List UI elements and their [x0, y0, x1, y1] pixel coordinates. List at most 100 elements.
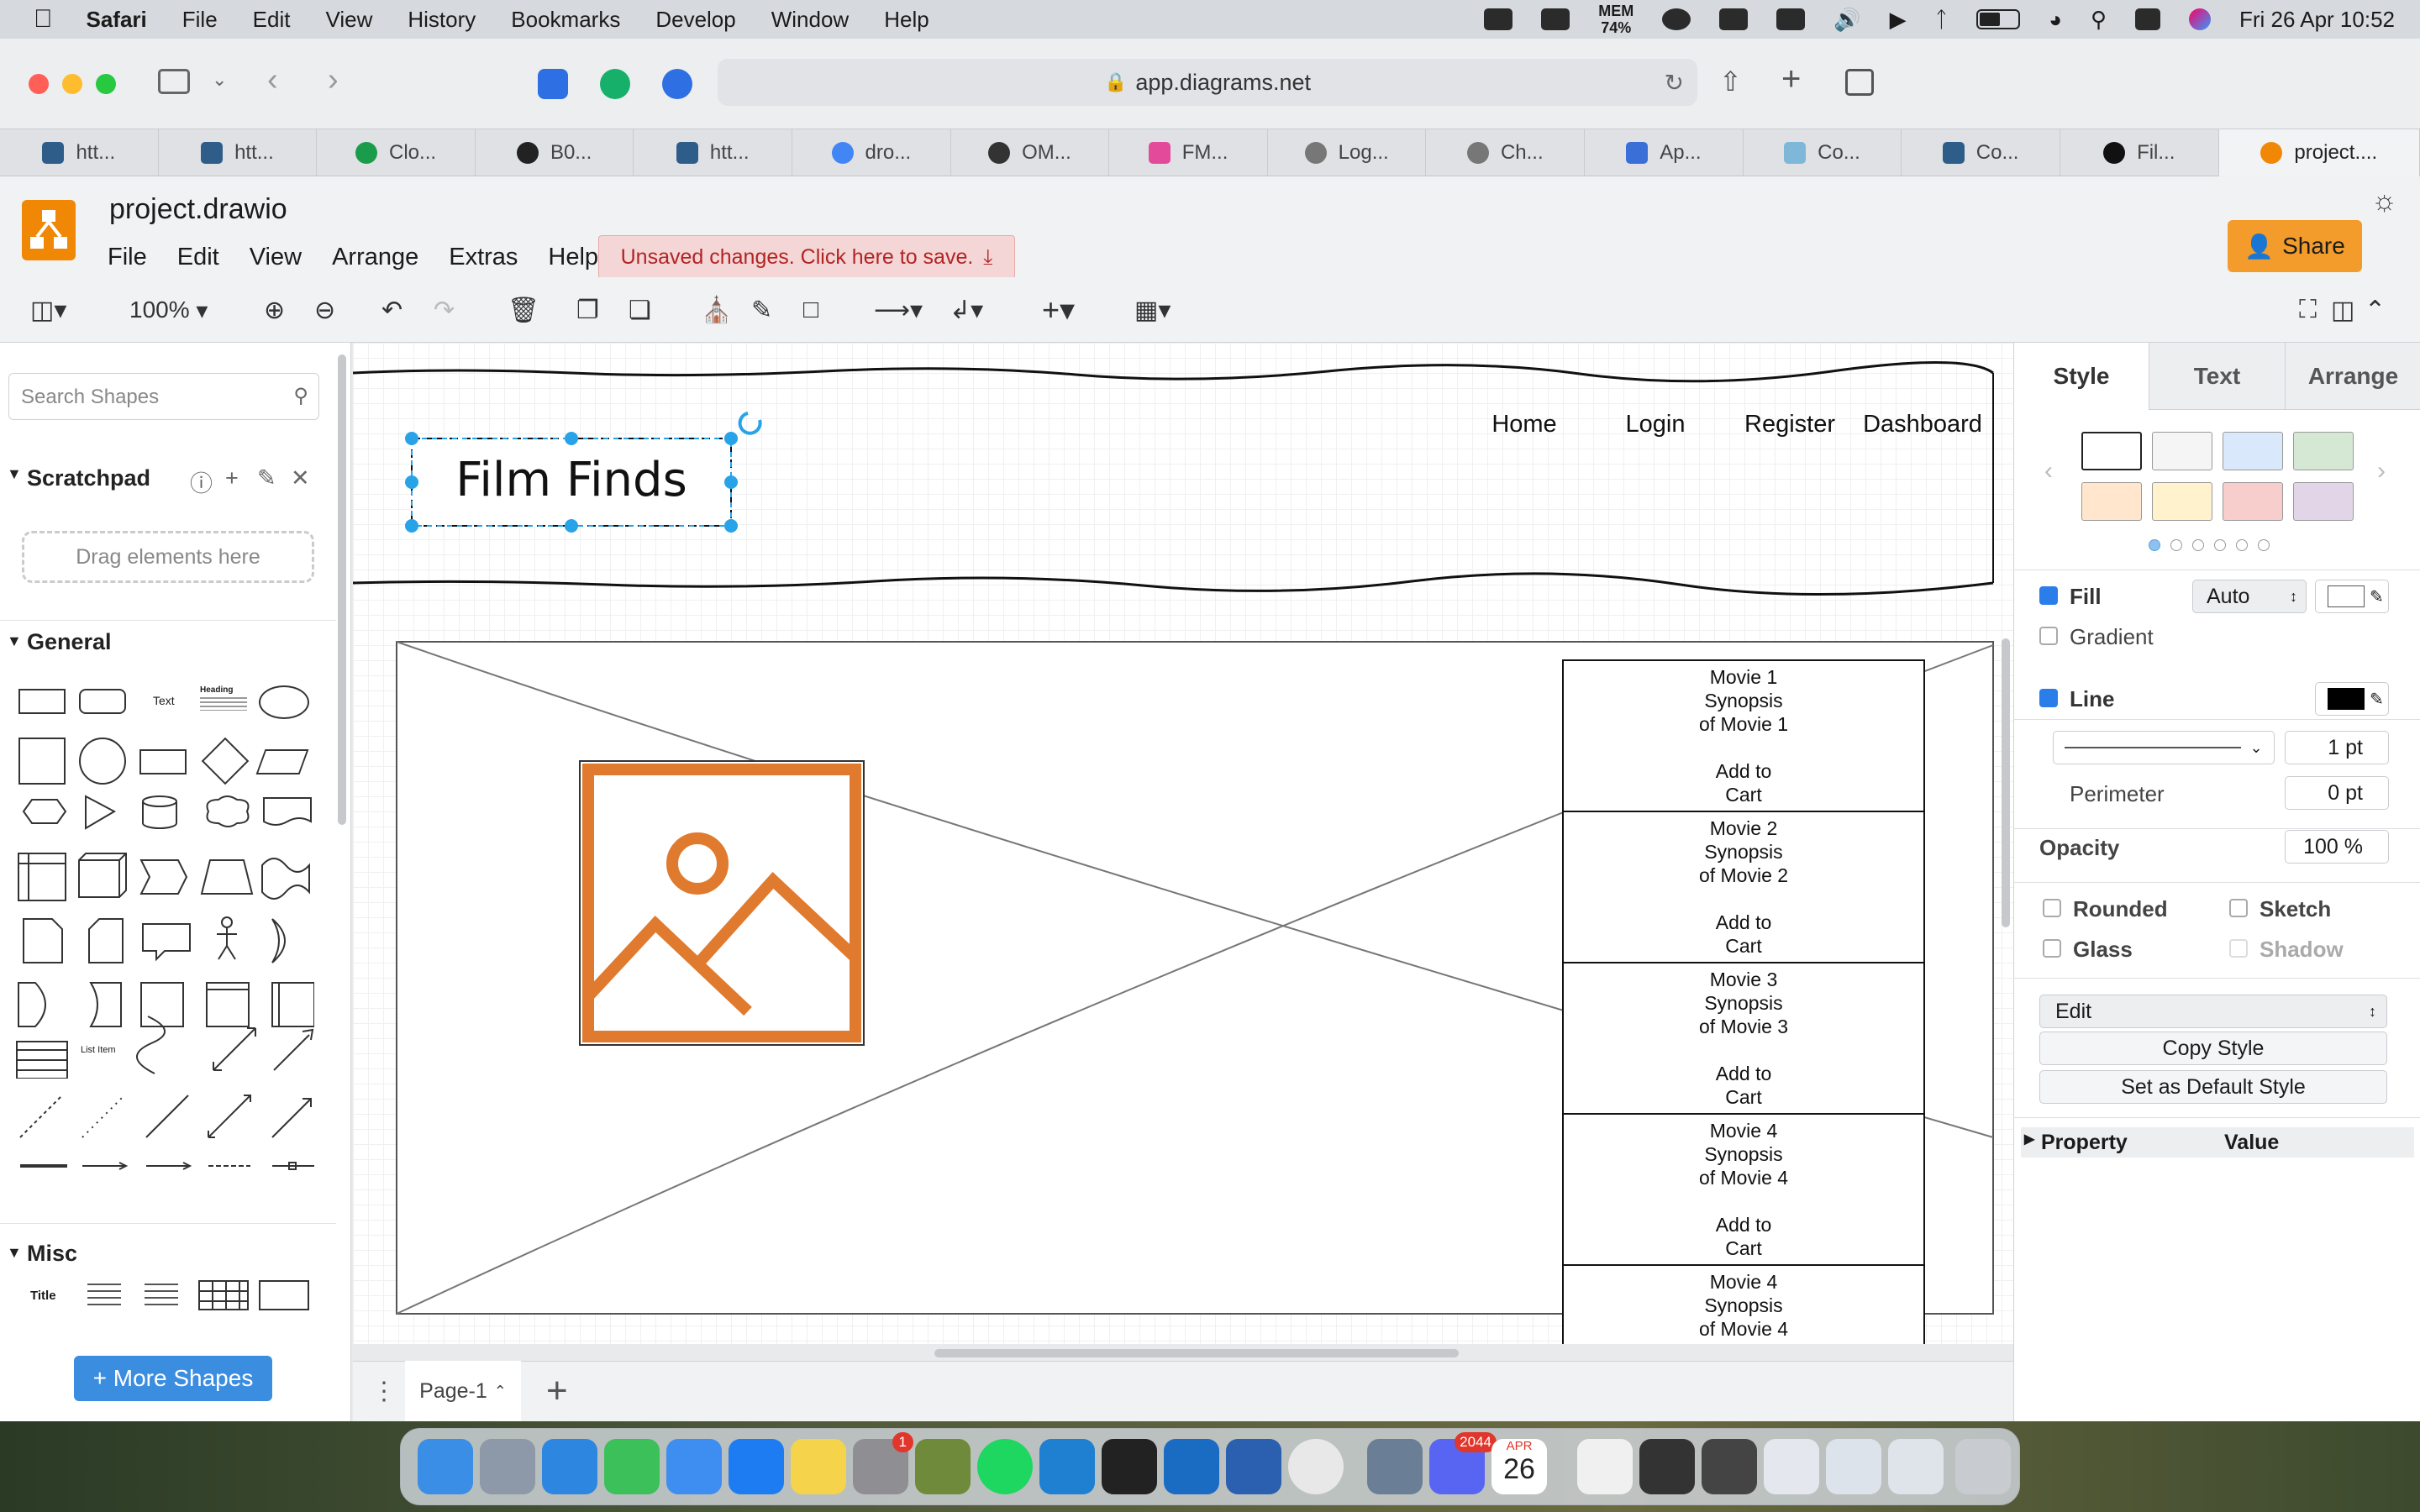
window-thumb-icon[interactable] [1826, 1439, 1881, 1494]
fill-type-select[interactable]: Auto ↕ [2192, 580, 2307, 613]
menu-app[interactable]: Safari [87, 7, 147, 33]
glass-checkbox[interactable] [2043, 939, 2061, 958]
help-icon[interactable]: ⓘ [190, 465, 213, 498]
ellipse-shape[interactable] [259, 685, 309, 719]
menu-develop[interactable]: Develop [655, 7, 735, 33]
style-swatch[interactable] [2152, 432, 2212, 470]
add-page-icon[interactable]: + [546, 1370, 568, 1412]
add-icon[interactable]: + [225, 465, 239, 491]
facetime-icon[interactable] [604, 1439, 660, 1494]
safari-icon[interactable] [542, 1439, 597, 1494]
window-thumb-icon[interactable] [1639, 1439, 1695, 1494]
hand-extension-icon[interactable] [662, 69, 692, 99]
style-swatch[interactable] [2223, 432, 2283, 470]
document-name[interactable]: project.drawio [109, 193, 287, 226]
line-checkbox[interactable] [2039, 689, 2058, 707]
notes-icon[interactable] [791, 1439, 846, 1494]
bold-b-icon[interactable] [1776, 8, 1806, 30]
style-swatch[interactable] [2152, 482, 2212, 521]
forward-icon[interactable]: › [328, 62, 339, 98]
diamond-shape[interactable] [201, 737, 250, 785]
style-swatch[interactable] [2081, 482, 2142, 521]
fill-color-picker[interactable]: ✎ [2315, 580, 2389, 613]
nav-login[interactable]: Login [1626, 411, 1686, 438]
calendar-icon[interactable]: APR 26 [1491, 1439, 1547, 1494]
window-thumb-icon[interactable] [1577, 1439, 1633, 1494]
outlook-icon[interactable] [1164, 1439, 1219, 1494]
redo-icon[interactable]: ↷ [434, 294, 455, 326]
close-window-button[interactable] [29, 74, 49, 94]
misc-header[interactable]: ▼ Misc [0, 1223, 336, 1267]
logo-text[interactable]: Film Finds [455, 453, 687, 507]
swatch-pager[interactable] [2149, 539, 2270, 551]
menu-help[interactable]: Help [884, 7, 929, 33]
window-thumb-icon[interactable] [1764, 1439, 1819, 1494]
close-icon[interactable]: ✕ [291, 465, 310, 491]
control-center-icon[interactable] [2135, 8, 2160, 30]
fill-checkbox[interactable] [2039, 586, 2058, 605]
perimeter-input[interactable]: 0 pt [2285, 776, 2389, 810]
browser-tab[interactable]: Co... [1744, 129, 1902, 176]
style-swatch[interactable] [2293, 482, 2354, 521]
heading-shape[interactable]: Heading [200, 685, 247, 711]
browser-tab[interactable]: Clo... [317, 129, 476, 176]
zoom-select[interactable]: 100% ▾ [129, 294, 208, 326]
menu-view[interactable]: View [325, 7, 372, 33]
drawio-menu-view[interactable]: View [250, 244, 302, 271]
copy-style-button[interactable]: Copy Style [2039, 1032, 2387, 1065]
format-toggle-icon[interactable]: ◫ [2331, 294, 2354, 326]
grammarly-icon[interactable] [600, 69, 630, 99]
shadow-checkbox[interactable] [2229, 939, 2248, 958]
terminal-icon[interactable] [1102, 1439, 1157, 1494]
theme-sun-icon[interactable]: ☼ [2371, 185, 2397, 218]
drawio-menu-edit[interactable]: Edit [177, 244, 219, 271]
browser-tab[interactable]: Ch... [1426, 129, 1586, 176]
table-shape[interactable] [198, 1280, 249, 1310]
wifi-icon[interactable]: ◕ [2049, 7, 2062, 33]
connection-icon[interactable]: ⟶▾ [874, 294, 923, 326]
style-swatch[interactable] [2081, 432, 2142, 470]
extension-shield-icon[interactable] [538, 69, 568, 99]
line-width-input[interactable]: 1 pt [2285, 731, 2389, 764]
trash-icon[interactable] [1955, 1439, 2011, 1494]
bullet-list-shape[interactable] [87, 1284, 121, 1307]
diagram-canvas[interactable]: Film Finds Home Login Register Dashboard… [353, 343, 2013, 1344]
square-shape[interactable] [18, 738, 66, 785]
browser-tab[interactable]: B0... [476, 129, 634, 176]
property-table-header[interactable]: ▶ Property Value [2021, 1127, 2414, 1158]
battery-monitor-icon[interactable] [1719, 8, 1749, 30]
bluetooth-icon[interactable]: ᛏ [1935, 7, 1949, 33]
menu-window[interactable]: Window [771, 7, 849, 33]
preview-icon[interactable] [1367, 1439, 1423, 1494]
shadow-icon[interactable]: □ [803, 294, 818, 326]
screen-icon[interactable] [1484, 8, 1513, 30]
search-shapes-input[interactable]: Search Shapes ⚲ [8, 373, 319, 420]
waypoints-icon[interactable]: ↲▾ [950, 294, 983, 326]
minimize-window-button[interactable] [62, 74, 82, 94]
browser-tab[interactable]: Ap... [1585, 129, 1744, 176]
more-shapes-button[interactable]: + More Shapes [74, 1356, 272, 1401]
menu-file[interactable]: File [182, 7, 218, 33]
system-settings-icon[interactable]: 1 [853, 1432, 913, 1494]
vertical-scrollbar[interactable] [2002, 638, 2010, 927]
clock[interactable]: Fri 26 Apr 10:52 [2239, 7, 2395, 33]
browser-tab[interactable]: htt... [0, 129, 159, 176]
left-panel-scrollbar[interactable] [338, 354, 346, 825]
scratchpad-dropzone[interactable]: Drag elements here [22, 531, 314, 583]
scratchpad-header[interactable]: ▼ Scratchpad ⓘ + ✎ ✕ [0, 465, 336, 496]
finder-icon[interactable] [418, 1439, 473, 1494]
browser-tab[interactable]: FM... [1109, 129, 1268, 176]
nav-register[interactable]: Register [1744, 411, 1835, 438]
prev-swatch-icon[interactable]: ‹ [2044, 457, 2053, 486]
format-panel-icon[interactable]: ◫▾ [30, 294, 66, 326]
discord-icon[interactable]: 2044 [1429, 1432, 1497, 1494]
edit-style-select[interactable]: Edit ↕ [2039, 995, 2387, 1028]
process-shape[interactable] [139, 749, 187, 774]
address-bar[interactable]: 🔒 app.diagrams.net ↻ [718, 59, 1697, 106]
sidebar-toggle-icon[interactable] [158, 69, 190, 94]
to-front-icon[interactable]: ❐ [576, 294, 599, 326]
numbered-list-shape[interactable] [145, 1284, 178, 1307]
drawio-menu-file[interactable]: File [108, 244, 147, 271]
parallelogram-shape[interactable] [255, 749, 309, 774]
memory-status[interactable]: MEM 74% [1598, 3, 1634, 36]
